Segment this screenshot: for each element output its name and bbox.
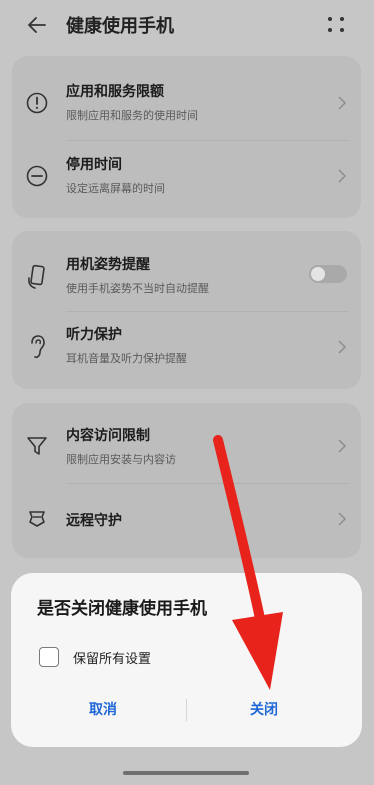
chevron-right-icon xyxy=(338,439,347,453)
list-item-subtitle: 耳机音量及听力保护提醒 xyxy=(66,352,187,365)
list-item-downtime[interactable]: 停用时间 设定远离屏幕的时间 xyxy=(12,141,361,211)
app-header: 健康使用手机 xyxy=(0,0,374,52)
list-item-subtitle: 限制应用安装与内容访 xyxy=(66,453,176,466)
more-button[interactable] xyxy=(326,14,348,36)
dialog-title: 是否关闭健康使用手机 xyxy=(37,599,207,619)
list-item-hearing-protection[interactable]: 听力保护 耳机音量及听力保护提醒 xyxy=(12,312,361,382)
list-item-subtitle: 限制应用和服务的使用时间 xyxy=(66,109,198,122)
page-title: 健康使用手机 xyxy=(66,16,174,37)
cancel-button[interactable]: 取消 xyxy=(89,699,117,719)
phone-posture-icon xyxy=(24,264,50,290)
list-item-title: 停用时间 xyxy=(66,157,122,173)
back-button[interactable] xyxy=(22,10,52,40)
list-item-app-limits[interactable]: 应用和服务限额 限制应用和服务的使用时间 xyxy=(12,68,361,138)
posture-reminder-toggle[interactable] xyxy=(309,265,347,283)
chevron-right-icon xyxy=(338,512,347,526)
exclamation-circle-icon xyxy=(24,90,50,116)
chevron-right-icon xyxy=(338,340,347,354)
list-item-subtitle: 设定远离屏幕的时间 xyxy=(66,182,165,195)
list-item-content-restrictions[interactable]: 内容访问限制 限制应用安装与内容访 xyxy=(12,411,361,481)
list-item-title: 应用和服务限额 xyxy=(66,84,164,100)
settings-group-health: 用机姿势提醒 使用手机姿势不当时自动提醒 听力保护 耳机音量及听力保护提醒 xyxy=(12,231,361,389)
keep-settings-checkbox[interactable] xyxy=(39,647,59,667)
list-item-title: 用机姿势提醒 xyxy=(66,257,150,273)
confirm-close-button[interactable]: 关闭 xyxy=(250,699,278,719)
list-item-title: 听力保护 xyxy=(66,327,122,343)
checkbox-label: 保留所有设置 xyxy=(73,652,152,667)
ear-icon xyxy=(24,334,50,360)
list-item-posture-reminder: 用机姿势提醒 使用手机姿势不当时自动提醒 xyxy=(12,241,361,311)
button-divider xyxy=(186,699,187,721)
chevron-right-icon xyxy=(338,96,347,110)
more-dots-icon xyxy=(328,17,332,21)
filter-funnel-icon xyxy=(24,433,50,459)
back-arrow-icon xyxy=(28,17,46,33)
settings-group-restrictions: 内容访问限制 限制应用安装与内容访 远程守护 xyxy=(12,403,361,558)
minus-circle-icon xyxy=(24,163,50,189)
list-item-subtitle: 使用手机姿势不当时自动提醒 xyxy=(66,282,209,295)
settings-group-limits: 应用和服务限额 限制应用和服务的使用时间 停用时间 设定远离屏幕的时间 xyxy=(12,56,361,218)
list-item-title: 内容访问限制 xyxy=(66,428,150,444)
chevron-right-icon xyxy=(338,169,347,183)
list-item-remote-guard[interactable]: 远程守护 xyxy=(12,485,361,551)
home-indicator[interactable] xyxy=(123,771,249,775)
divider xyxy=(66,483,349,484)
confirm-dialog: 是否关闭健康使用手机 保留所有设置 取消 关闭 xyxy=(11,573,362,747)
remote-guard-icon xyxy=(24,505,50,531)
list-item-title: 远程守护 xyxy=(66,513,122,529)
